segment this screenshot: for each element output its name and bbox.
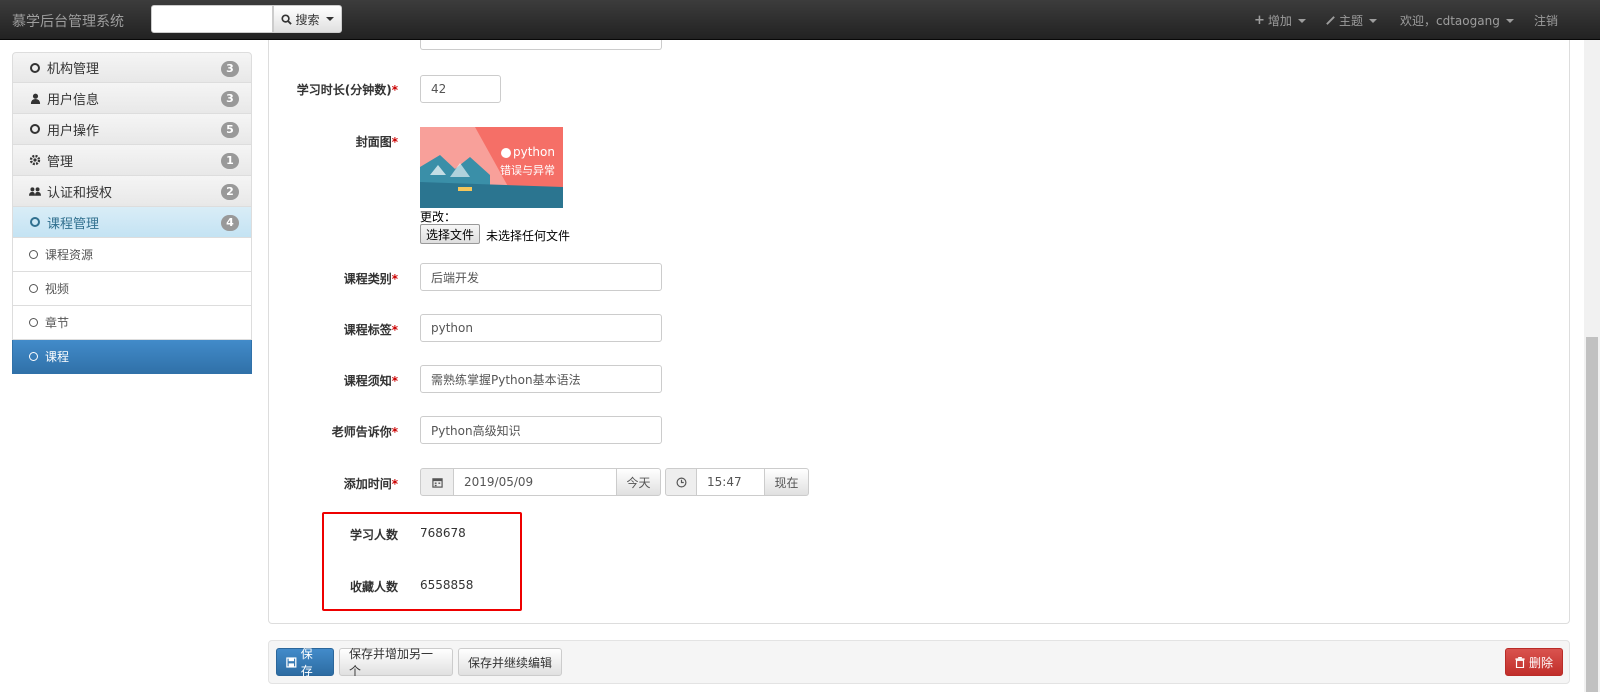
search-button-label: 搜索 xyxy=(295,12,320,27)
search-input[interactable] xyxy=(151,5,273,33)
user-menu[interactable]: 欢迎，cdtaogang xyxy=(1400,12,1514,29)
sidebar-subitem-course[interactable]: 课程 xyxy=(12,340,252,374)
count-badge: 2 xyxy=(221,184,239,200)
sidebar-subitem-label: 课程资源 xyxy=(45,248,94,262)
cover-image[interactable]: python 错误与异常 xyxy=(420,127,563,208)
sidebar-item-user-info[interactable]: 用户信息 3 xyxy=(12,83,252,114)
teacher-input[interactable]: Python高级知识 xyxy=(420,416,662,444)
circle-icon xyxy=(29,62,41,73)
highlight-box xyxy=(322,512,522,611)
add-menu-label: 增加 xyxy=(1267,14,1292,28)
logout-label: 注销 xyxy=(1534,14,1559,28)
count-badge: 3 xyxy=(221,91,239,107)
theme-menu-label: 主题 xyxy=(1339,14,1364,28)
sidebar-item-label: 用户操作 xyxy=(47,123,100,139)
cover-label: 封面图* xyxy=(355,135,398,149)
users-icon xyxy=(29,186,41,197)
date-input[interactable]: 2019/05/09 xyxy=(453,468,617,496)
sidebar-item-org[interactable]: 机构管理 3 xyxy=(12,52,252,83)
user-icon xyxy=(29,93,41,104)
file-status: 未选择任何文件 xyxy=(486,229,571,243)
theme-menu[interactable]: 主题 xyxy=(1325,12,1378,29)
logout-link[interactable]: 注销 xyxy=(1534,12,1558,29)
notice-input[interactable]: 需熟练掌握Python基本语法 xyxy=(420,365,662,393)
chevron-down-icon xyxy=(1505,18,1514,23)
sidebar-item-label: 认证和授权 xyxy=(47,185,113,201)
sidebar-subitem-video[interactable]: 视频 xyxy=(12,272,252,306)
top-navbar: 慕学后台管理系统 搜索 + 增加 主题 欢迎，cdtaogang 注销 xyxy=(0,0,1600,40)
count-badge: 5 xyxy=(221,122,239,138)
sidebar-item-label: 课程管理 xyxy=(47,216,100,232)
scrollbar-thumb[interactable] xyxy=(1586,337,1598,692)
form-actions: 保存 保存并增加另一个 保存并继续编辑 删除 xyxy=(268,640,1570,684)
circle-icon xyxy=(29,124,41,134)
sidebar-item-label: 用户信息 xyxy=(47,92,100,108)
tag-label: 课程标签* xyxy=(343,323,398,337)
welcome-label: 欢迎，cdtaogang xyxy=(1400,14,1500,28)
save-continue-button[interactable]: 保存并继续编辑 xyxy=(458,648,562,676)
sidebar-item-user-action[interactable]: 用户操作 5 xyxy=(12,114,252,145)
change-label: 更改： xyxy=(420,210,457,224)
teacher-label: 老师告诉你* xyxy=(331,425,398,439)
save-button-label: 保存 xyxy=(300,647,313,678)
search-icon xyxy=(281,13,293,25)
delete-button[interactable]: 删除 xyxy=(1505,648,1563,676)
count-badge: 4 xyxy=(221,215,239,231)
today-button[interactable]: 今天 xyxy=(616,468,661,496)
brand-title[interactable]: 慕学后台管理系统 xyxy=(12,11,124,31)
sidebar-item-label: 管理 xyxy=(47,154,74,170)
chevron-down-icon xyxy=(1297,18,1306,23)
now-button[interactable]: 现在 xyxy=(764,468,809,496)
category-label: 课程类别* xyxy=(343,272,398,286)
sidebar-subitem-label: 章节 xyxy=(45,316,70,330)
save-add-another-button[interactable]: 保存并增加另一个 xyxy=(339,647,453,678)
circle-icon xyxy=(29,318,38,327)
circle-icon xyxy=(29,284,38,293)
circle-icon xyxy=(29,352,38,361)
gear-icon xyxy=(29,154,41,166)
save-button[interactable]: 保存 xyxy=(276,647,334,678)
count-badge: 1 xyxy=(221,153,239,169)
circle-icon xyxy=(29,250,38,259)
add-time-label: 添加时间* xyxy=(343,477,398,491)
clock-icon xyxy=(665,468,697,496)
sidebar-subitem-chapter[interactable]: 章节 xyxy=(12,306,252,340)
search-button[interactable]: 搜索 xyxy=(273,5,342,33)
circle-icon xyxy=(29,217,41,227)
sidebar-subitem-course-resource[interactable]: 课程资源 xyxy=(12,238,252,272)
choose-file-button[interactable]: 选择文件 xyxy=(420,224,481,244)
delete-button-label: 删除 xyxy=(1529,655,1554,670)
notice-label: 课程须知* xyxy=(343,374,398,388)
sidebar-item-auth[interactable]: 认证和授权 2 xyxy=(12,176,252,207)
sidebar-subitem-label: 视频 xyxy=(45,282,70,296)
time-input[interactable]: 15:47 xyxy=(696,468,765,496)
duration-input[interactable]: 42 xyxy=(420,75,501,103)
brush-icon xyxy=(1326,16,1335,25)
chevron-down-icon xyxy=(1369,18,1378,23)
tag-input[interactable]: python xyxy=(420,314,662,342)
duration-label: 学习时长(分钟数)* xyxy=(296,83,398,97)
cover-title: python xyxy=(513,145,555,159)
partial-field xyxy=(420,40,662,50)
save-icon xyxy=(286,656,297,668)
chevron-down-icon xyxy=(325,17,334,21)
calendar-icon xyxy=(420,468,454,496)
page-scrollbar[interactable] xyxy=(1584,40,1600,692)
cover-subtitle: 错误与异常 xyxy=(500,164,555,177)
sidebar-item-course-manage[interactable]: 课程管理 4 xyxy=(12,207,252,238)
trash-icon xyxy=(1515,656,1525,668)
count-badge: 3 xyxy=(221,61,239,77)
add-menu[interactable]: + 增加 xyxy=(1254,12,1306,29)
category-field[interactable]: 后端开发 xyxy=(420,263,662,291)
plus-icon: + xyxy=(1254,13,1265,28)
sidebar-item-label: 机构管理 xyxy=(47,62,100,77)
sidebar-item-admin[interactable]: 管理 1 xyxy=(12,145,252,176)
sidebar-subitem-label: 课程 xyxy=(45,350,70,364)
sidebar: 机构管理 3 用户信息 3 用户操作 5 管理 1 认证和授权 2 课程管理 4… xyxy=(12,52,252,374)
